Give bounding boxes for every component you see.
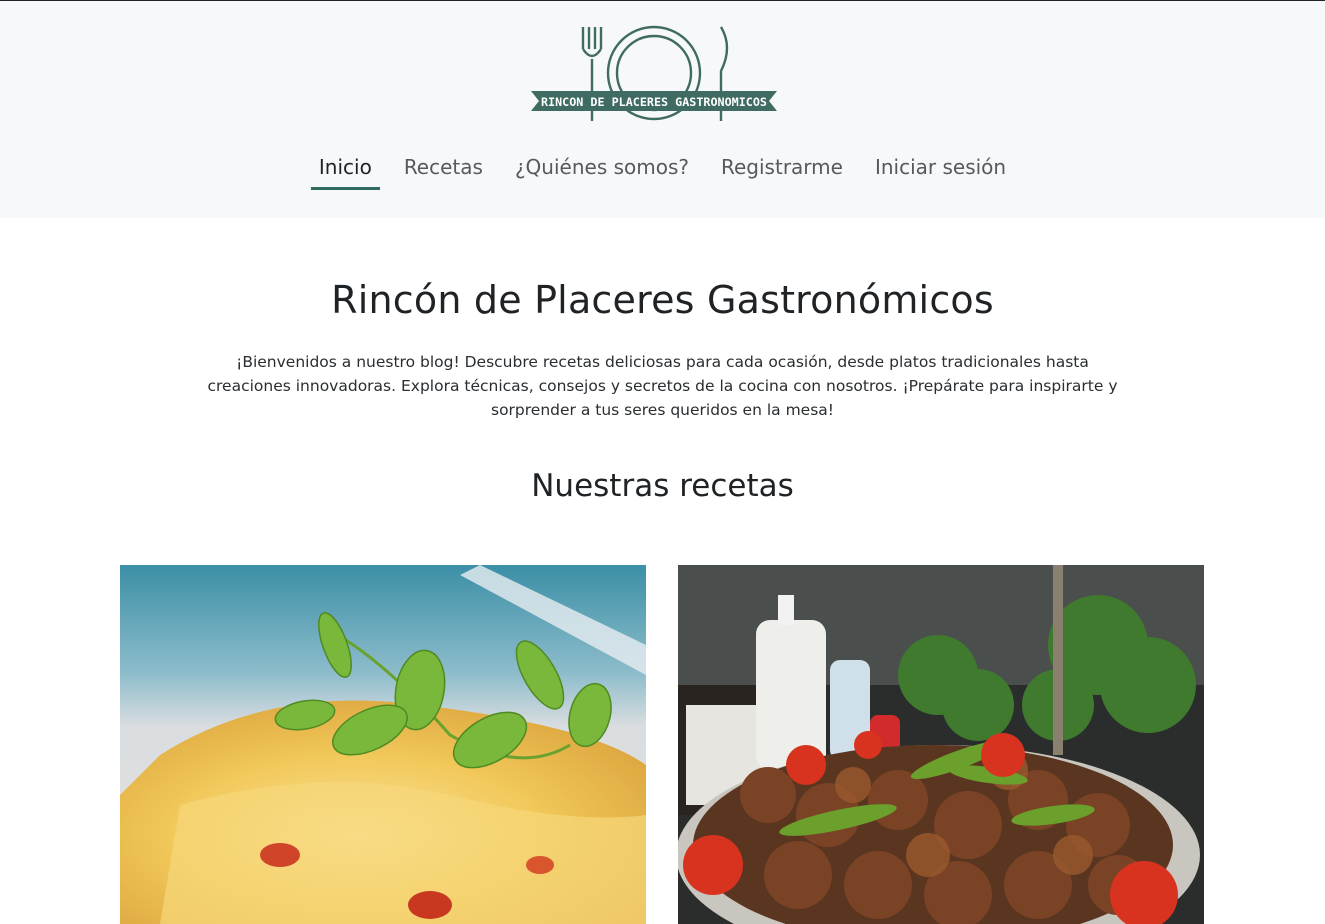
logo-text: RINCON DE PLACERES GASTRONOMICOS: [541, 95, 767, 109]
intro-text: ¡Bienvenidos a nuestro blog! Descubre re…: [207, 353, 1118, 419]
nav-item-recetas[interactable]: Recetas: [396, 149, 491, 189]
recipe-image-tortilla: [120, 565, 646, 924]
nav-item-quienes-somos[interactable]: ¿Quiénes somos?: [507, 149, 697, 189]
nav-item-inicio[interactable]: Inicio: [310, 149, 380, 190]
nav-item-registrarme[interactable]: Registrarme: [713, 149, 851, 189]
site-header: RINCON DE PLACERES GASTRONOMICOS Inicio …: [0, 1, 1325, 218]
recipes-heading: Nuestras recetas: [531, 468, 794, 504]
main-nav: Inicio Recetas ¿Quiénes somos? Registrar…: [0, 149, 1325, 190]
nav-item-iniciar-sesion[interactable]: Iniciar sesión: [867, 149, 1014, 189]
recipe-card-tortilla[interactable]: [120, 565, 646, 924]
site-logo[interactable]: RINCON DE PLACERES GASTRONOMICOS: [527, 23, 781, 127]
page-title: Rincón de Placeres Gastronómicos: [331, 278, 994, 322]
recipe-card-kebab[interactable]: [678, 565, 1204, 924]
recipe-image-kebab: [678, 565, 1204, 924]
